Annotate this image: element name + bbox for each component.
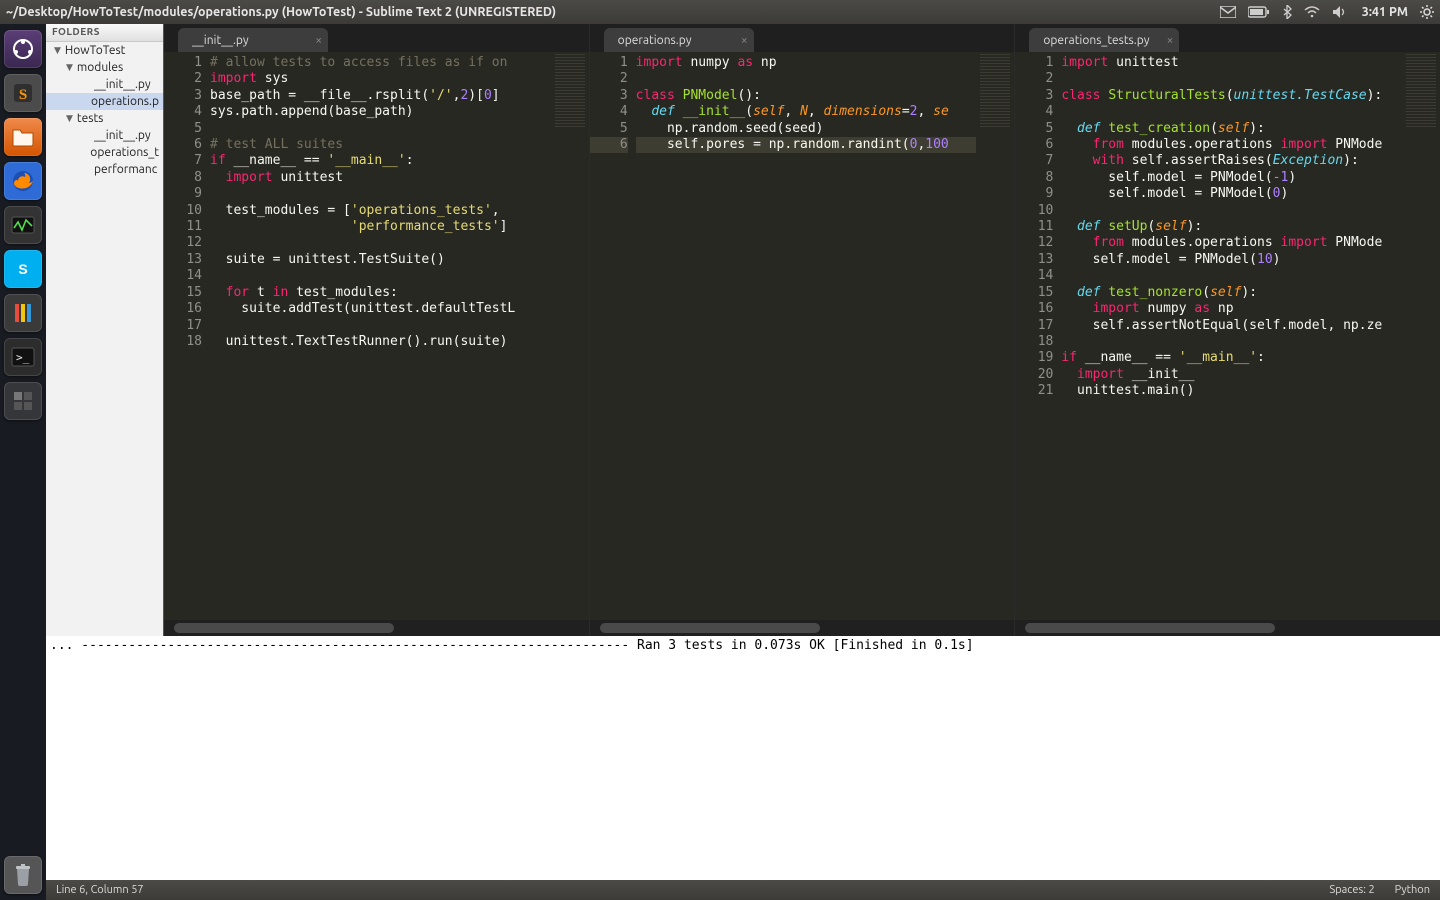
- bluetooth-icon[interactable]: [1282, 5, 1292, 19]
- pencils-icon[interactable]: [4, 294, 42, 332]
- global-menubar: ~/Desktop/HowToTest/modules/operations.p…: [0, 0, 1440, 24]
- file-tab[interactable]: operations.py ×: [604, 28, 754, 52]
- tab-label: __init__.py: [192, 34, 249, 47]
- code-editor[interactable]: 123456789101112131415161718# allow tests…: [164, 52, 589, 620]
- tab-bar[interactable]: __init__.py ×: [164, 24, 589, 52]
- status-indent[interactable]: Spaces: 2: [1329, 884, 1374, 896]
- tree-label: performanc: [94, 163, 157, 176]
- svg-text:>_: >_: [16, 351, 30, 364]
- file-tab[interactable]: operations_tests.py ×: [1029, 28, 1179, 52]
- tab-label: operations_tests.py: [1043, 34, 1149, 47]
- status-cursor: Line 6, Column 57: [56, 884, 144, 896]
- tab-label: operations.py: [618, 34, 692, 47]
- sublime-icon[interactable]: S: [4, 74, 42, 112]
- launcher-dock: S S >_: [0, 24, 46, 900]
- editor-pane: __init__.py × 123456789101112131415161718#…: [164, 24, 589, 636]
- tree-label: __init__.py: [94, 129, 151, 142]
- wifi-icon[interactable]: [1304, 6, 1320, 18]
- editor-pane: operations.py × 123456import numpy as np c…: [590, 24, 1015, 636]
- trash-icon[interactable]: [4, 856, 42, 894]
- sidebar-file[interactable]: __init__.py: [46, 76, 163, 93]
- scrollbar-thumb[interactable]: [174, 623, 394, 633]
- minimap[interactable]: [551, 52, 589, 620]
- sidebar-folders[interactable]: FOLDERS ▼HowToTest▼modules__init__.pyope…: [46, 24, 164, 636]
- sidebar-file[interactable]: __init__.py: [46, 127, 163, 144]
- svg-text:S: S: [18, 261, 27, 277]
- window-title: ~/Desktop/HowToTest/modules/operations.p…: [6, 5, 556, 19]
- tab-bar[interactable]: operations_tests.py ×: [1015, 24, 1440, 52]
- gear-icon[interactable]: [1420, 5, 1434, 19]
- sidebar-file[interactable]: performanc: [46, 161, 163, 178]
- mail-icon[interactable]: [1220, 6, 1236, 18]
- battery-icon[interactable]: [1248, 6, 1270, 18]
- sidebar-folder[interactable]: ▼ modules: [46, 59, 163, 76]
- dash-icon[interactable]: [4, 30, 42, 68]
- sidebar-folder[interactable]: ▼ tests: [46, 110, 163, 127]
- minimap[interactable]: [1402, 52, 1440, 620]
- files-icon[interactable]: [4, 118, 42, 156]
- horizontal-scrollbar[interactable]: [590, 620, 1015, 636]
- code-content[interactable]: import unittest class StructuralTests(un…: [1061, 55, 1440, 620]
- file-tab[interactable]: __init__.py ×: [178, 28, 328, 52]
- sidebar-file[interactable]: operations.p: [46, 93, 163, 110]
- system-monitor-icon[interactable]: [4, 206, 42, 244]
- tree-label: operations.p: [91, 95, 159, 108]
- tab-bar[interactable]: operations.py ×: [590, 24, 1015, 52]
- code-content[interactable]: import numpy as np class PNModel(): def …: [636, 55, 1015, 620]
- disclosure-icon[interactable]: ▼: [66, 113, 73, 124]
- tree-label: __init__.py: [94, 78, 151, 91]
- disclosure-icon[interactable]: ▼: [54, 45, 61, 56]
- line-gutter: 123456789101112131415161718192021: [1015, 55, 1061, 620]
- scrollbar-thumb[interactable]: [600, 623, 820, 633]
- code-content[interactable]: # allow tests to access files as if on i…: [210, 55, 589, 620]
- sidebar-file[interactable]: operations_t: [46, 144, 163, 161]
- line-gutter: 123456789101112131415161718: [164, 55, 210, 620]
- svg-text:S: S: [19, 87, 27, 103]
- disclosure-icon[interactable]: ▼: [66, 62, 73, 73]
- tree-label: modules: [77, 61, 123, 74]
- firefox-icon[interactable]: [4, 162, 42, 200]
- skype-icon[interactable]: S: [4, 250, 42, 288]
- status-bar: Line 6, Column 57 Spaces: 2 Python: [46, 880, 1440, 900]
- close-icon[interactable]: ×: [741, 34, 748, 47]
- close-icon[interactable]: ×: [315, 34, 322, 47]
- horizontal-scrollbar[interactable]: [164, 620, 589, 636]
- scrollbar-thumb[interactable]: [1025, 623, 1275, 633]
- horizontal-scrollbar[interactable]: [1015, 620, 1440, 636]
- volume-icon[interactable]: [1332, 5, 1348, 19]
- clock[interactable]: 3:41 PM: [1362, 5, 1408, 19]
- sidebar-folder[interactable]: ▼ HowToTest: [46, 42, 163, 59]
- tree-label: operations_t: [90, 146, 159, 159]
- build-output[interactable]: ... ------------------------------------…: [46, 636, 1440, 880]
- close-icon[interactable]: ×: [1167, 34, 1174, 47]
- sidebar-header: FOLDERS: [46, 24, 163, 42]
- code-editor[interactable]: 123456import numpy as np class PNModel()…: [590, 52, 1015, 620]
- minimap[interactable]: [976, 52, 1014, 620]
- line-gutter: 123456: [590, 55, 636, 620]
- editor-pane: operations_tests.py × 12345678910111213141…: [1015, 24, 1440, 636]
- tree-label: HowToTest: [65, 44, 125, 57]
- terminal-icon[interactable]: >_: [4, 338, 42, 376]
- code-editor[interactable]: 123456789101112131415161718192021import …: [1015, 52, 1440, 620]
- sublime-window: FOLDERS ▼HowToTest▼modules__init__.pyope…: [46, 24, 1440, 900]
- status-syntax[interactable]: Python: [1395, 884, 1430, 896]
- workspace-switcher-icon[interactable]: [4, 382, 42, 420]
- tree-label: tests: [77, 112, 103, 125]
